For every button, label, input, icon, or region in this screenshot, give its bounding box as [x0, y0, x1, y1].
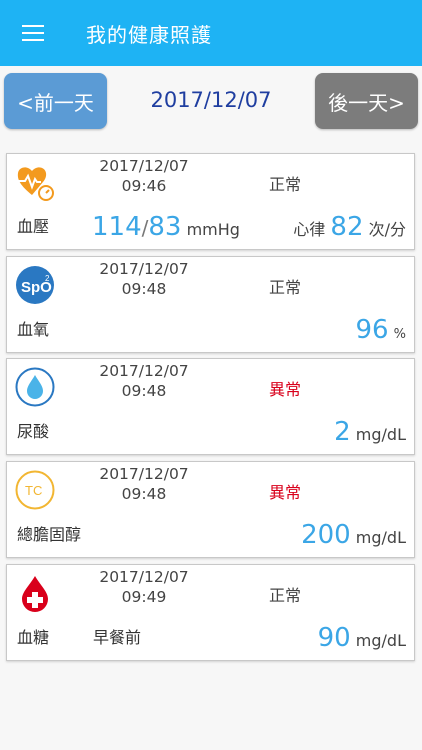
blood-pressure-reading: 114/83 mmHg [92, 212, 240, 242]
measure-label: 血糖 [17, 628, 50, 647]
record-datetime: 2017/12/07 09:48 [91, 464, 197, 504]
blood-sugar-reading: 90 mg/dL [318, 623, 406, 653]
measure-label: 血氧 [17, 320, 50, 339]
cholesterol-value: 200 [301, 520, 351, 550]
pulse-value: 82 [330, 212, 364, 242]
cholesterol-reading: 200 mg/dL [301, 520, 406, 550]
status-label: 異常 [269, 380, 302, 399]
record-datetime: 2017/12/07 09:46 [91, 156, 197, 196]
record-time: 09:48 [121, 485, 167, 503]
uric-acid-reading: 2 mg/dL [334, 417, 406, 447]
diastolic-value: 83 [148, 212, 182, 242]
blood-sugar-value: 90 [317, 623, 351, 653]
spo2-icon-sup: 2 [45, 274, 50, 283]
spo2-unit: % [393, 327, 406, 342]
blood-sugar-card[interactable]: 2017/12/07 09:49 正常 血糖 早餐前 90 mg/dL [6, 564, 415, 661]
measure-label: 血壓 [17, 217, 50, 236]
pulse-unit: 次/分 [368, 220, 406, 239]
record-date: 2017/12/07 [99, 568, 189, 586]
cholesterol-card[interactable]: TC 2017/12/07 09:48 異常 總膽固醇 200 mg/dL [6, 461, 415, 558]
blood-drop-cross-icon [22, 576, 48, 612]
systolic-value: 114 [92, 212, 142, 242]
status-label: 正常 [269, 278, 302, 297]
cholesterol-unit: mg/dL [355, 528, 406, 547]
blood-oxygen-card[interactable]: SpO 2 2017/12/07 09:48 正常 血氧 96 % [6, 256, 415, 353]
app-title: 我的健康照護 [86, 23, 212, 47]
record-date: 2017/12/07 [99, 362, 189, 380]
spo2-icon: SpO 2 [16, 266, 54, 304]
record-date: 2017/12/07 [99, 157, 189, 175]
record-datetime: 2017/12/07 09:48 [91, 259, 197, 299]
record-date: 2017/12/07 [99, 465, 189, 483]
water-drop-icon [15, 367, 55, 407]
heart-pulse-icon [17, 167, 54, 201]
record-time: 09:48 [121, 280, 167, 298]
tc-icon: TC [15, 470, 55, 510]
status-label: 正常 [269, 586, 302, 605]
uric-acid-value: 2 [334, 417, 351, 447]
tc-icon-text: TC [25, 483, 42, 498]
status-label: 正常 [269, 175, 302, 194]
measure-label: 尿酸 [17, 422, 50, 441]
record-time: 09:49 [121, 588, 167, 606]
app-bar: 我的健康照護 [0, 0, 422, 66]
blood-sugar-unit: mg/dL [355, 631, 406, 650]
hamburger-menu-icon[interactable] [22, 25, 44, 41]
pulse-label: 心律 [293, 220, 326, 239]
previous-day-button[interactable]: <前一天 [4, 73, 107, 129]
bp-unit: mmHg [186, 220, 240, 239]
pulse-reading: 心律 82 次/分 [293, 212, 406, 242]
meal-timing-label: 早餐前 [93, 628, 142, 647]
uric-acid-card[interactable]: 2017/12/07 09:48 異常 尿酸 2 mg/dL [6, 358, 415, 455]
record-time: 09:46 [121, 177, 167, 195]
uric-acid-unit: mg/dL [355, 425, 406, 444]
record-date: 2017/12/07 [99, 260, 189, 278]
record-datetime: 2017/12/07 09:48 [91, 361, 197, 401]
measure-label: 總膽固醇 [17, 525, 82, 544]
spo2-value: 96 [355, 315, 389, 345]
record-time: 09:48 [121, 382, 167, 400]
spo2-reading: 96 % [355, 315, 406, 345]
record-datetime: 2017/12/07 09:49 [91, 567, 197, 607]
status-label: 異常 [269, 483, 302, 502]
blood-pressure-card[interactable]: 2017/12/07 09:46 正常 血壓 114/83 mmHg 心律 82… [6, 153, 415, 250]
next-day-button[interactable]: 後一天> [315, 73, 418, 129]
current-date: 2017/12/07 [150, 88, 272, 112]
